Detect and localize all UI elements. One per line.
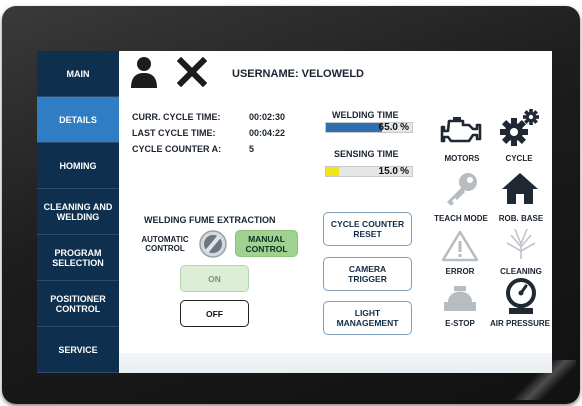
air-pressure-label: AIR PRESSURE [489,319,550,328]
manual-control-button[interactable]: MANUAL CONTROL [235,230,298,257]
sidebar-item-label: HOMING [59,160,97,171]
last-cycle-value: 00:04:22 [249,128,286,138]
welding-time-fill [326,123,382,132]
close-icon[interactable] [177,57,207,87]
estop-label: E-STOP [445,319,475,328]
welding-time-label: WELDING TIME [332,110,399,120]
sidebar: MAIN DETAILS HOMING CLEANING AND WELDING… [37,51,119,373]
sensing-time-fill [326,167,339,176]
mode-selector-knob[interactable] [198,229,228,259]
sensing-time-label: SENSING TIME [334,149,399,159]
camera-trigger-label: CAMERA TRIGGER [348,264,387,284]
welding-time-bar: 65.0 % [325,122,413,133]
rob-base-label: ROB. BASE [498,214,544,223]
fume-off-label: OFF [206,308,223,319]
warning-icon [441,230,479,262]
light-management-button[interactable]: LIGHT MANAGEMENT [323,301,412,335]
sensing-time-bar: 15.0 % [325,166,413,177]
camera-trigger-button[interactable]: CAMERA TRIGGER [323,257,412,291]
error-label: ERROR [445,267,475,276]
sidebar-item-label: POSITIONER CONTROL [50,293,106,314]
gear-icon [500,109,539,146]
sidebar-item-cleaning-and-welding[interactable]: CLEANING AND WELDING [37,189,119,235]
bottom-status-strip [119,353,552,373]
fume-off-button[interactable]: OFF [180,300,249,327]
cycle-counter-reset-button[interactable]: CYCLE COUNTER RESET [323,212,412,246]
sidebar-item-details[interactable]: DETAILS [37,97,119,143]
automatic-control-label: AUTOMATIC CONTROL [141,235,189,253]
motors-label: MOTORS [444,154,480,163]
sidebar-item-positioner-control[interactable]: POSITIONER CONTROL [37,281,119,327]
manual-control-label: MANUAL CONTROL [245,233,288,254]
fume-extraction-title: WELDING FUME EXTRACTION [144,215,276,225]
sidebar-item-label: CLEANING AND WELDING [43,201,113,222]
welding-time-value: 65.0 [378,122,398,133]
last-cycle-label: LAST CYCLE TIME: [132,128,216,138]
cycle-counter-value: 5 [249,144,255,154]
sidebar-item-label: PROGRAM SELECTION [52,247,104,268]
user-icon[interactable] [129,55,159,89]
cycle-counter-reset-label: CYCLE COUNTER RESET [330,219,405,239]
sidebar-item-program-selection[interactable]: PROGRAM SELECTION [37,235,119,281]
pressure-gauge-icon [506,278,536,314]
fume-on-button[interactable]: ON [180,265,249,292]
username-label: USERNAME: VELOWELD [232,68,364,80]
cleaning-icon [506,228,536,259]
cycle-label: CYCLE [505,154,533,163]
sidebar-item-service[interactable]: SERVICE [37,327,119,373]
curr-cycle-value: 00:02:30 [249,112,286,122]
key-icon [447,173,477,206]
cleaning-label: CLEANING [500,267,542,276]
fume-on-label: ON [208,273,221,284]
sidebar-item-main[interactable]: MAIN [37,51,119,97]
sidebar-item-homing[interactable]: HOMING [37,143,119,189]
light-management-label: LIGHT MANAGEMENT [336,308,399,328]
teach-mode-label: TEACH MODE [434,214,488,223]
cycle-counter-label: CYCLE COUNTER A: [132,144,222,154]
sidebar-item-label: DETAILS [59,114,97,125]
curr-cycle-label: CURR. CYCLE TIME: [132,112,221,122]
estop-icon [444,286,476,311]
sensing-time-value: 15.0 [378,166,398,177]
sidebar-item-label: SERVICE [58,344,98,355]
engine-icon [440,117,482,143]
sidebar-item-label: MAIN [66,68,90,79]
home-icon [502,173,538,204]
welding-time-unit: % [400,122,409,133]
sensing-time-unit: % [400,166,409,177]
hmi-screen: MAIN DETAILS HOMING CLEANING AND WELDING… [37,51,552,373]
